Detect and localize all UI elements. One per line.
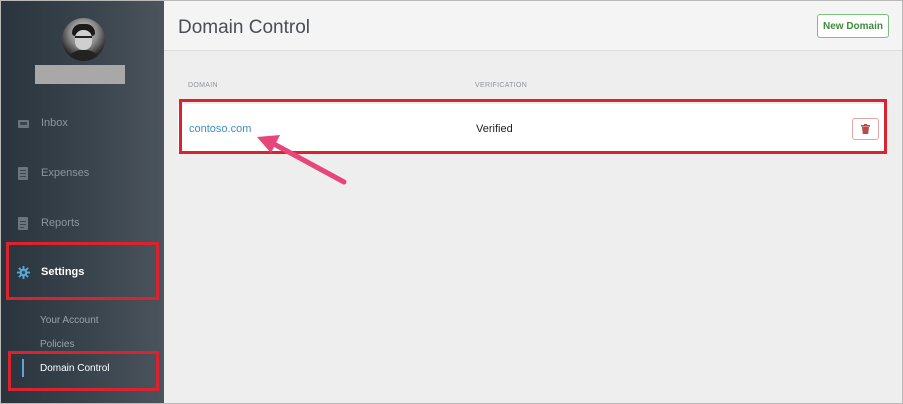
- avatar[interactable]: [62, 18, 105, 61]
- page-title: Domain Control: [178, 17, 310, 38]
- inbox-icon: [18, 119, 29, 128]
- document-icon: [18, 166, 28, 180]
- sidebar-item-label: Settings: [41, 266, 85, 278]
- sidebar: Inbox Expenses Reports Settings Your Acc…: [1, 1, 164, 403]
- subnav-your-account[interactable]: Your Account: [40, 315, 99, 326]
- subnav-policies[interactable]: Policies: [40, 339, 74, 350]
- avatar-glasses: [75, 36, 92, 40]
- sidebar-item-reports[interactable]: Reports: [1, 206, 164, 240]
- document-icon: [18, 216, 28, 230]
- pointer-arrow: [257, 135, 347, 185]
- avatar-body: [67, 50, 100, 61]
- gear-icon: [17, 265, 30, 279]
- active-subnav-marker: [22, 359, 24, 377]
- domain-link[interactable]: contoso.com: [189, 123, 251, 135]
- delete-domain-button[interactable]: [852, 118, 879, 140]
- new-domain-button[interactable]: New Domain: [817, 14, 889, 38]
- sidebar-item-settings[interactable]: Settings: [1, 255, 164, 289]
- avatar-face: [75, 30, 92, 50]
- app-window: Inbox Expenses Reports Settings Your Acc…: [0, 0, 903, 404]
- sidebar-item-label: Expenses: [41, 167, 90, 179]
- verification-status: Verified: [476, 123, 513, 135]
- column-header-verification: VERIFICATION: [475, 82, 528, 89]
- subnav-domain-control[interactable]: Domain Control: [40, 363, 109, 374]
- main-content: Domain Control New Domain DOMAIN VERIFIC…: [164, 1, 902, 403]
- redacted-username: [35, 65, 125, 84]
- table-row: contoso.com Verified: [178, 104, 887, 152]
- sidebar-item-inbox[interactable]: Inbox: [1, 106, 164, 140]
- sidebar-item-label: Reports: [41, 217, 80, 229]
- trash-icon: [861, 124, 870, 134]
- sidebar-item-label: Inbox: [41, 117, 68, 129]
- sidebar-item-expenses[interactable]: Expenses: [1, 156, 164, 190]
- column-header-domain: DOMAIN: [188, 82, 218, 89]
- header: Domain Control New Domain: [164, 1, 902, 51]
